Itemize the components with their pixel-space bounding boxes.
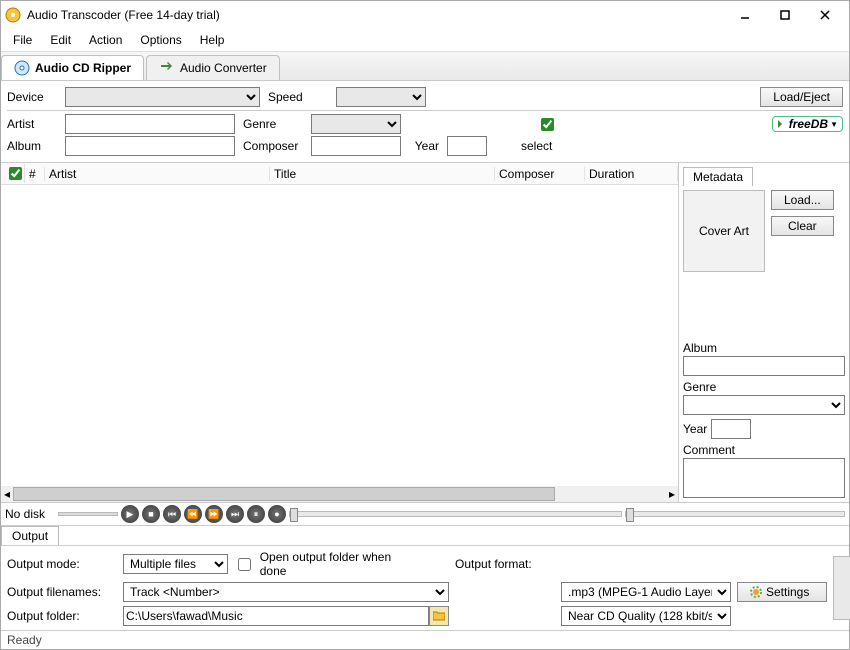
meta-year-label: Year [683,422,707,436]
speed-label: Speed [268,90,328,104]
disk-status: No disk [5,507,55,521]
horizontal-scrollbar[interactable]: ◂ ▸ [1,486,678,502]
next-button[interactable]: ⏭ [226,505,244,523]
year-label: Year [409,139,439,153]
gear-icon [750,586,762,598]
rewind-button[interactable]: ⏪ [184,505,202,523]
minimize-button[interactable] [725,3,765,27]
freedb-button[interactable]: freeDB ▼ [772,116,843,132]
tab-ripper[interactable]: Audio CD Ripper [1,55,144,80]
open-folder-checkbox[interactable] [238,558,251,571]
window-title: Audio Transcoder (Free 14-day trial) [27,8,725,22]
track-progress[interactable] [58,512,118,516]
tab-converter[interactable]: Audio Converter [146,55,280,80]
album-label: Album [7,139,57,153]
output-filenames-label: Output filenames: [7,585,117,599]
titlebar: Audio Transcoder (Free 14-day trial) [1,1,849,29]
menu-options[interactable]: Options [132,31,189,49]
menu-help[interactable]: Help [192,31,233,49]
menu-action[interactable]: Action [81,31,130,49]
playback-bar: No disk ▶ ■ ⏮ ⏪ ⏩ ⏭ ⏸ ● [1,503,849,526]
col-duration[interactable]: Duration [585,167,678,181]
forward-button[interactable]: ⏩ [205,505,223,523]
track-list: # Artist Title Composer Duration ◂ ▸ [1,163,679,502]
close-button[interactable] [805,3,845,27]
rip-cd-button[interactable]: Rip CD [833,556,850,620]
output-folder-input[interactable] [123,606,429,626]
metadata-tab[interactable]: Metadata [683,167,753,186]
genre-select[interactable] [311,114,401,134]
cover-art-box[interactable]: Cover Art [683,190,765,272]
cover-load-button[interactable]: Load... [771,190,834,210]
menubar: File Edit Action Options Help [1,29,849,52]
col-composer[interactable]: Composer [495,167,585,181]
track-list-body [1,185,678,486]
meta-genre-label: Genre [683,380,845,394]
browse-folder-button[interactable] [429,606,449,626]
cd-form: Device Speed Load/Eject Artist Genre fre… [1,81,849,163]
seek-slider[interactable] [289,511,622,517]
volume-slider[interactable] [625,511,845,517]
status-bar: Ready [1,630,849,649]
menu-edit[interactable]: Edit [42,31,79,49]
load-eject-button[interactable]: Load/Eject [760,87,843,107]
play-button[interactable]: ▶ [121,505,139,523]
tab-ripper-label: Audio CD Ripper [35,61,131,75]
composer-input[interactable] [311,136,401,156]
output-format-select[interactable]: .mp3 (MPEG-1 Audio Layer 3) [561,582,731,602]
convert-icon [159,60,175,76]
output-mode-label: Output mode: [7,557,117,571]
meta-album-label: Album [683,341,845,355]
output-quality-select[interactable]: Near CD Quality (128 kbit/s) [561,606,731,626]
cover-clear-button[interactable]: Clear [771,216,834,236]
meta-comment-label: Comment [683,443,845,457]
output-tab[interactable]: Output [1,526,59,545]
meta-comment-input[interactable] [683,458,845,498]
col-num[interactable]: # [25,167,45,181]
output-panel: Output mode: Multiple files Open output … [1,546,849,630]
maximize-button[interactable] [765,3,805,27]
artist-input[interactable] [65,114,235,134]
menu-file[interactable]: File [5,31,40,49]
composer-label: Composer [243,139,303,153]
freedb-arrow-icon [777,119,787,129]
genre-label: Genre [243,117,303,131]
select-checkbox[interactable] [541,118,554,131]
output-mode-select[interactable]: Multiple files [123,554,228,574]
cd-icon [14,60,30,76]
speed-select[interactable] [336,87,426,107]
album-input[interactable] [65,136,235,156]
record-button[interactable]: ● [268,505,286,523]
col-title[interactable]: Title [270,167,495,181]
format-settings-button[interactable]: Settings [737,582,827,602]
output-format-label: Output format: [455,557,555,571]
prev-button[interactable]: ⏮ [163,505,181,523]
select-label: select [521,139,552,153]
open-folder-label: Open output folder when done [260,550,413,578]
folder-icon [433,611,445,621]
app-icon [5,7,21,23]
meta-album-input[interactable] [683,356,845,376]
select-all-checkbox[interactable] [9,167,22,180]
stop-button[interactable]: ■ [142,505,160,523]
output-filenames-select[interactable]: Track <Number> [123,582,449,602]
output-folder-label: Output folder: [7,609,117,623]
track-list-header: # Artist Title Composer Duration [1,163,678,185]
meta-genre-select[interactable] [683,395,845,415]
device-label: Device [7,90,57,104]
artist-label: Artist [7,117,57,131]
metadata-panel: Metadata Cover Art Load... Clear Album G… [679,163,849,502]
col-artist[interactable]: Artist [45,167,270,181]
pause-button[interactable]: ⏸ [247,505,265,523]
device-select[interactable] [65,87,260,107]
meta-year-input[interactable] [711,419,751,439]
main-tabs: Audio CD Ripper Audio Converter [1,52,849,81]
tab-converter-label: Audio Converter [180,61,267,75]
year-input[interactable] [447,136,487,156]
